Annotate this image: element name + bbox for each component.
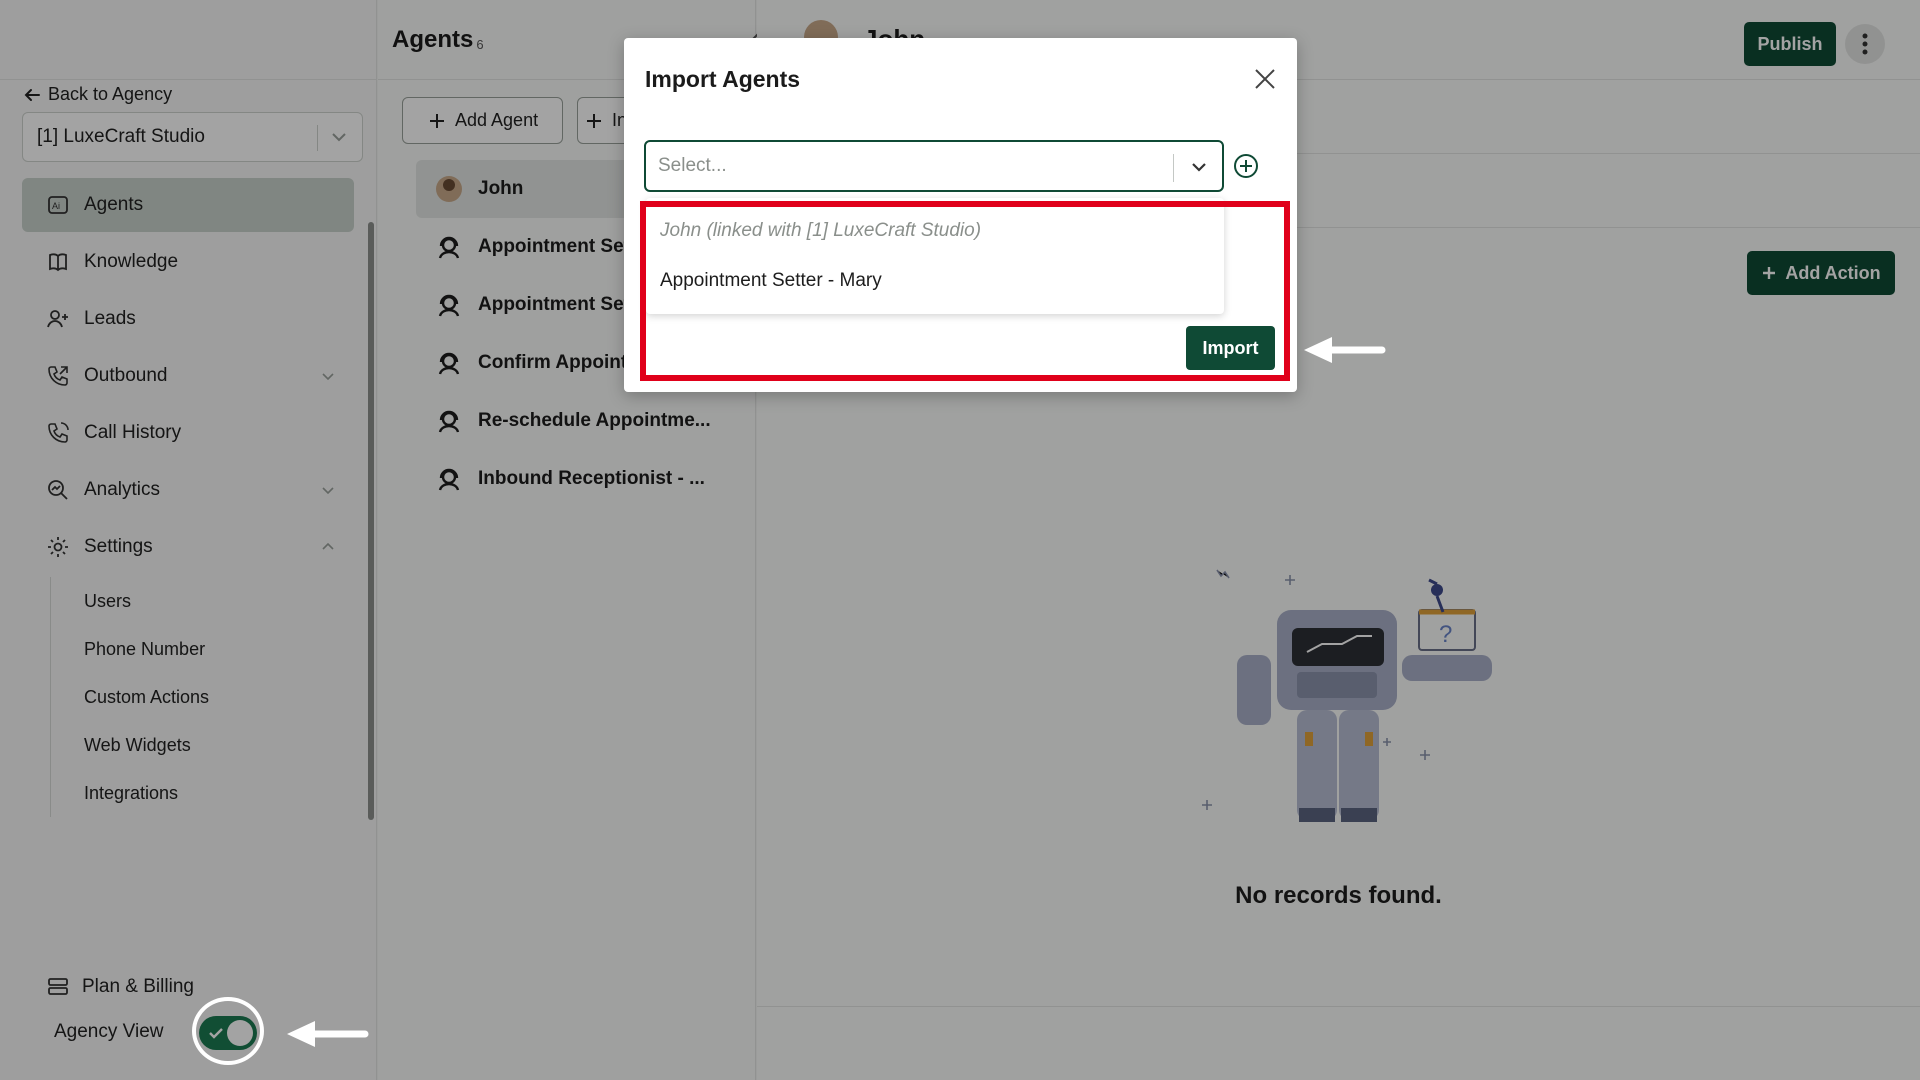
toggle-highlight-ring [192,997,264,1065]
select-divider [1173,154,1174,182]
agent-select-input[interactable]: Select... [644,140,1224,192]
close-icon[interactable] [1252,66,1278,92]
modal-title: Import Agents [645,66,801,92]
pointer-arrow-icon [287,1021,369,1047]
highlight-box [640,201,1290,381]
chevron-down-icon [1192,163,1206,172]
add-circle-icon[interactable] [1232,152,1260,180]
agent-select-placeholder: Select... [658,155,727,176]
pointer-arrow-icon [1304,337,1386,363]
